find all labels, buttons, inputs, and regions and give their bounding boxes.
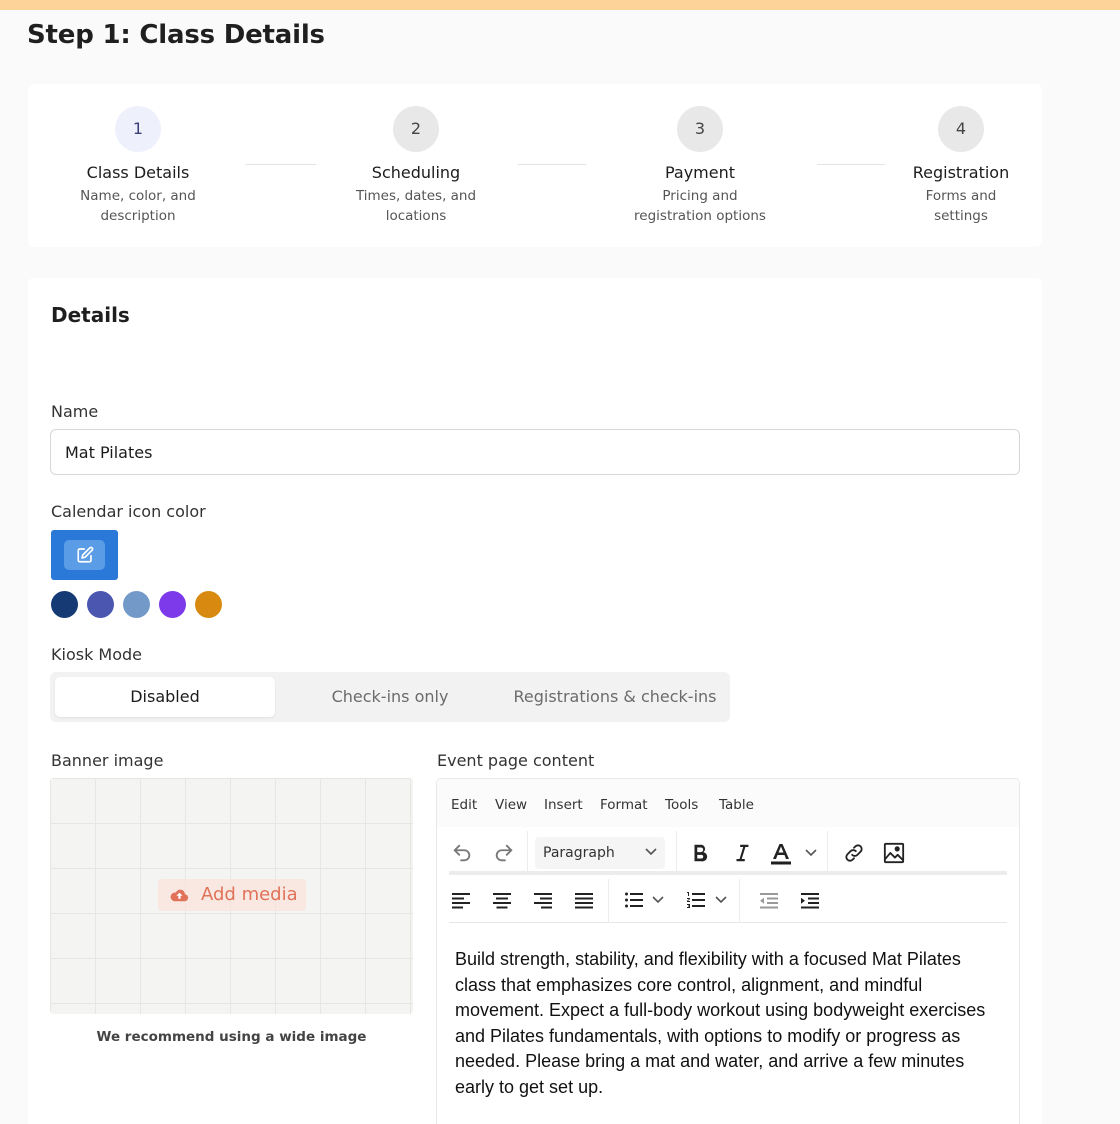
indent-icon[interactable] [800,890,820,910]
kiosk-option-check-ins-only[interactable]: Check-ins only [280,677,500,717]
step-description: Times, dates, and locations [355,188,477,224]
color-swatch-steel-blue[interactable] [123,591,150,618]
add-media-label: Add media [201,884,298,905]
rich-text-editor: Edit View Insert Format Tools Table Para… [436,778,1020,1124]
step-title: Class Details [86,163,190,182]
editor-content[interactable]: Build strength, stability, and flexibili… [455,947,1000,1100]
step-class-details[interactable]: 1 Class Details Name, color, and descrip… [38,106,238,226]
link-icon[interactable] [843,842,865,864]
outdent-icon[interactable] [759,890,779,910]
text-color-icon[interactable] [769,842,793,866]
toolbar-separator [676,831,677,875]
toolbar-separator [827,831,828,875]
align-center-icon[interactable] [492,890,512,910]
step-number: 4 [938,106,984,152]
calendar-color-label: Calendar icon color [51,502,206,521]
align-left-icon[interactable] [451,890,471,910]
step-title: Scheduling [371,163,461,182]
step-payment[interactable]: 3 Payment Pricing and registration optio… [600,106,800,226]
toolbar-separator [739,879,740,923]
step-number: 3 [677,106,723,152]
block-format-value: Paragraph [543,845,615,861]
editor-toolbar-secondary [449,879,1007,923]
step-title: Payment [664,163,736,182]
name-label: Name [51,402,99,421]
menu-tools[interactable]: Tools [665,797,698,813]
details-card: Details Name Calendar icon color Kiosk M… [28,278,1042,1124]
step-title: Registration [912,163,1010,182]
step-description: Forms and settings [925,188,997,224]
edit-color-button[interactable] [64,540,105,570]
pencil-square-icon [77,546,94,563]
color-swatch-indigo[interactable] [87,591,114,618]
kiosk-option-registrations-check-ins[interactable]: Registrations & check-ins [505,677,725,717]
step-connector [518,164,586,165]
step-scheduling[interactable]: 2 Scheduling Times, dates, and locations [316,106,516,226]
menu-format[interactable]: Format [600,797,648,813]
chevron-down-icon [645,848,657,856]
block-format-select[interactable]: Paragraph [535,837,665,869]
event-content-label: Event page content [437,751,595,770]
menu-insert[interactable]: Insert [544,797,583,813]
step-number: 1 [115,106,161,152]
redo-icon[interactable] [493,842,515,864]
section-title: Details [51,303,130,327]
chevron-down-icon[interactable] [652,896,664,904]
menu-edit[interactable]: Edit [451,797,477,813]
toolbar-separator [608,879,609,923]
menu-table[interactable]: Table [719,797,754,813]
menu-view[interactable]: View [495,797,527,813]
chevron-down-icon[interactable] [715,896,727,904]
banner-image-label: Banner image [51,751,164,770]
color-swatch-navy[interactable] [51,591,78,618]
banner-hint: We recommend using a wide image [96,1029,367,1045]
step-connector [245,164,316,165]
color-swatch-orange[interactable] [195,591,222,618]
calendar-color-picker-button[interactable] [51,530,118,580]
undo-icon[interactable] [451,842,473,864]
image-icon[interactable] [883,842,905,864]
editor-menubar: Edit View Insert Format Tools Table [437,779,1019,827]
bullet-list-icon[interactable] [624,890,644,910]
align-right-icon[interactable] [533,890,553,910]
step-description: Pricing and registration options [634,188,766,224]
cloud-upload-icon [170,889,189,902]
editor-toolbar-primary: Paragraph [449,831,1007,875]
step-registration[interactable]: 4 Registration Forms and settings [861,106,1061,226]
banner-image-dropzone[interactable]: Add media [50,778,413,1014]
page-title: Step 1: Class Details [27,20,325,50]
bold-icon[interactable] [689,842,711,864]
top-accent-bar [0,0,1120,10]
align-justify-icon[interactable] [574,890,594,910]
kiosk-mode-label: Kiosk Mode [51,645,143,664]
kiosk-mode-segmented-control: Disabled Check-ins only Registrations & … [50,672,730,722]
stepper: 1 Class Details Name, color, and descrip… [28,84,1042,247]
step-description: Name, color, and description [80,188,196,224]
name-input[interactable] [50,429,1020,475]
toolbar-separator [527,831,528,875]
italic-icon[interactable] [731,842,753,864]
numbered-list-icon[interactable] [686,890,706,910]
chevron-down-icon[interactable] [805,849,817,857]
step-number: 2 [393,106,439,152]
add-media-button[interactable]: Add media [158,879,306,911]
kiosk-option-disabled[interactable]: Disabled [55,677,275,717]
color-swatch-purple[interactable] [159,591,186,618]
